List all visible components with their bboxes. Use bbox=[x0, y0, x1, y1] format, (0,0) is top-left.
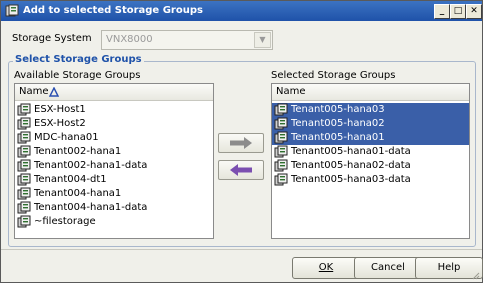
cancel-button[interactable]: Cancel bbox=[354, 257, 422, 279]
list-item[interactable]: ESX-Host2 bbox=[15, 117, 213, 131]
arrow-left-icon bbox=[230, 164, 252, 176]
group-title: Select Storage Groups bbox=[13, 54, 144, 65]
list-item[interactable]: Tenant005-hana01 bbox=[272, 131, 469, 145]
list-item-label: Tenant005-hana03-data bbox=[291, 174, 411, 185]
list-item-label: Tenant005-hana03 bbox=[291, 104, 385, 115]
list-item-label: Tenant002-hana1 bbox=[34, 146, 122, 157]
maximize-icon: □ bbox=[453, 6, 463, 16]
help-button-label: Help bbox=[437, 262, 461, 273]
list-item[interactable]: Tenant004-hana1-data bbox=[15, 201, 213, 215]
resize-grip-icon[interactable] bbox=[470, 270, 480, 280]
storage-group-icon bbox=[274, 117, 288, 130]
storage-system-value: VNX8000 bbox=[106, 34, 153, 45]
list-item[interactable]: Tenant005-hana03 bbox=[272, 103, 469, 117]
title-bar[interactable]: Add to selected Storage Groups _ □ ✕ bbox=[1, 1, 482, 21]
storage-group-icon bbox=[17, 215, 31, 228]
list-item-label: Tenant005-hana01 bbox=[291, 132, 385, 143]
storage-system-label: Storage System bbox=[12, 33, 92, 44]
list-item[interactable]: Tenant004-dt1 bbox=[15, 173, 213, 187]
list-item-label: Tenant004-hana1-data bbox=[34, 202, 148, 213]
list-item-label: Tenant002-hana1-data bbox=[34, 160, 148, 171]
storage-group-icon bbox=[17, 145, 31, 158]
storage-group-icon bbox=[17, 131, 31, 144]
selected-name-column-header[interactable]: Name bbox=[272, 84, 469, 101]
list-item[interactable]: Tenant005-hana03-data bbox=[272, 173, 469, 187]
close-icon: ✕ bbox=[470, 6, 478, 16]
list-item-label: Tenant004-dt1 bbox=[34, 174, 107, 185]
cancel-button-label: Cancel bbox=[371, 262, 405, 273]
footer-divider bbox=[1, 249, 482, 250]
ok-button[interactable]: OK bbox=[292, 257, 360, 279]
sort-ascending-icon bbox=[49, 87, 59, 97]
list-item[interactable]: Tenant005-hana02-data bbox=[272, 159, 469, 173]
storage-group-icon bbox=[274, 103, 288, 116]
list-item[interactable]: Tenant002-hana1 bbox=[15, 145, 213, 159]
storage-group-icon bbox=[274, 173, 288, 186]
list-item[interactable]: Tenant005-hana02 bbox=[272, 117, 469, 131]
storage-group-icon bbox=[17, 187, 31, 200]
list-item-label: Tenant005-hana02-data bbox=[291, 160, 411, 171]
list-item[interactable]: Tenant005-hana01-data bbox=[272, 145, 469, 159]
storage-group-icon bbox=[17, 159, 31, 172]
selected-groups-label: Selected Storage Groups bbox=[271, 70, 396, 81]
selected-name-column-label: Name bbox=[276, 86, 306, 97]
available-groups-label: Available Storage Groups bbox=[14, 70, 141, 81]
list-item-label: Tenant004-hana1 bbox=[34, 188, 122, 199]
storage-system-select[interactable]: VNX8000 ▼ bbox=[101, 30, 273, 50]
minimize-button[interactable]: _ bbox=[434, 4, 450, 19]
list-item[interactable]: ESX-Host1 bbox=[15, 103, 213, 117]
close-button[interactable]: ✕ bbox=[466, 4, 482, 19]
remove-from-selected-button[interactable] bbox=[218, 160, 264, 180]
arrow-right-icon bbox=[230, 137, 252, 149]
dialog-content: Storage System VNX8000 ▼ Select Storage … bbox=[1, 22, 483, 282]
ok-button-label: OK bbox=[318, 262, 334, 273]
available-name-column-label: Name bbox=[19, 86, 49, 97]
chevron-down-icon[interactable]: ▼ bbox=[254, 32, 271, 48]
storage-group-icon bbox=[274, 145, 288, 158]
available-name-column-header[interactable]: Name bbox=[15, 84, 213, 101]
list-item-label: MDC-hana01 bbox=[34, 132, 99, 143]
add-to-selected-button[interactable] bbox=[218, 133, 264, 153]
storage-group-icon bbox=[5, 4, 19, 17]
window-title: Add to selected Storage Groups bbox=[23, 5, 203, 16]
list-item[interactable]: MDC-hana01 bbox=[15, 131, 213, 145]
list-item[interactable]: ~filestorage bbox=[15, 215, 213, 229]
storage-group-icon bbox=[17, 173, 31, 186]
storage-group-icon bbox=[17, 117, 31, 130]
list-item-label: ESX-Host2 bbox=[34, 118, 86, 129]
storage-group-icon bbox=[17, 201, 31, 214]
dialog-window: Add to selected Storage Groups _ □ ✕ Sto… bbox=[0, 0, 483, 283]
list-item[interactable]: Tenant004-hana1 bbox=[15, 187, 213, 201]
selected-groups-list[interactable]: Name Tenant005-hana03 Tenant005-hana02 Ten… bbox=[271, 83, 470, 239]
storage-group-icon bbox=[17, 103, 31, 116]
list-item-label: ESX-Host1 bbox=[34, 104, 86, 115]
list-item-label: Tenant005-hana01-data bbox=[291, 146, 411, 157]
storage-group-icon bbox=[274, 131, 288, 144]
list-item-label: Tenant005-hana02 bbox=[291, 118, 385, 129]
minimize-icon: _ bbox=[439, 6, 445, 16]
maximize-button[interactable]: □ bbox=[450, 4, 466, 19]
list-item[interactable]: Tenant002-hana1-data bbox=[15, 159, 213, 173]
storage-group-icon bbox=[274, 159, 288, 172]
available-groups-list[interactable]: Name ESX-Host1 ESX-Host2 MDC-hana01 Tenant0… bbox=[14, 83, 214, 239]
list-item-label: ~filestorage bbox=[34, 216, 96, 227]
